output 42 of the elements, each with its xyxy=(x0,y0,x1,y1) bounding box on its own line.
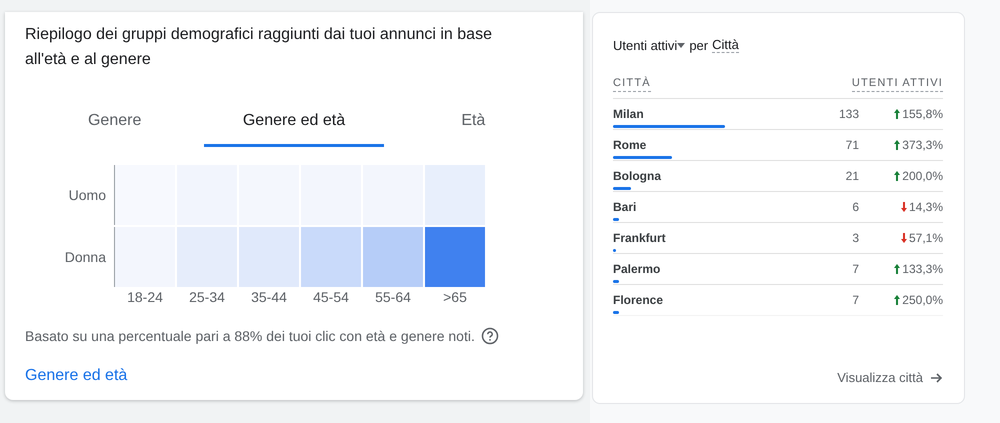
user-count: 21 xyxy=(844,169,859,183)
axis-label: >65 xyxy=(442,289,468,305)
help-icon[interactable] xyxy=(480,327,499,345)
header-text: per xyxy=(689,38,708,52)
arrow-right-icon xyxy=(931,372,943,384)
column-header[interactable]: CITTÀ xyxy=(613,77,651,92)
metric-selector[interactable]: Utenti attivi xyxy=(613,38,678,52)
user-count: 7 xyxy=(851,293,859,307)
axis-label: 25-34 xyxy=(188,289,226,305)
city-name: Florence xyxy=(613,293,664,307)
details-link[interactable]: Genere ed età xyxy=(25,367,128,385)
axis-label: 45-54 xyxy=(312,289,350,305)
axis-label: 55-64 xyxy=(374,289,412,305)
footnote: Basato su una percentuale pari a 88% dei tuoi clic con età e genere noti. xyxy=(25,328,475,344)
dropdown-caret-icon[interactable] xyxy=(677,42,686,48)
tab[interactable]: Genere xyxy=(25,100,204,147)
city-name: Rome xyxy=(613,138,648,152)
axis-label: 35-44 xyxy=(250,289,288,305)
change-percent: 250,0% xyxy=(902,293,943,307)
change-percent: 155,8% xyxy=(902,107,943,121)
card-title: Riepilogo dei gruppi demografici raggiunti dai tuoi annunci in base all'età e al genere xyxy=(25,25,493,70)
user-count: 3 xyxy=(851,231,859,245)
user-count: 6 xyxy=(851,200,859,214)
city-name: Palermo xyxy=(613,262,662,276)
change-percent: 14,3% xyxy=(908,200,943,214)
city-name: Milan xyxy=(613,107,645,121)
axis-label: 18-24 xyxy=(126,289,164,305)
city-name: Bologna xyxy=(613,169,662,183)
change-percent: 200,0% xyxy=(902,169,943,183)
user-count: 71 xyxy=(844,138,859,152)
change-percent: 57,1% xyxy=(908,231,943,245)
tab[interactable]: Età xyxy=(384,100,563,147)
user-count: 133 xyxy=(838,107,859,121)
user-count: 7 xyxy=(851,262,859,276)
city-name: Bari xyxy=(613,200,638,214)
column-header[interactable]: UTENTI ATTIVI xyxy=(852,77,943,92)
change-percent: 373,3% xyxy=(902,138,943,152)
change-percent: 133,3% xyxy=(902,262,943,276)
tab[interactable]: Genere ed età xyxy=(204,100,384,147)
dimension-selector[interactable]: Città xyxy=(712,37,739,53)
view-cities-link[interactable]: Visualizza città xyxy=(837,370,943,385)
city-name: Frankfurt xyxy=(613,231,667,245)
